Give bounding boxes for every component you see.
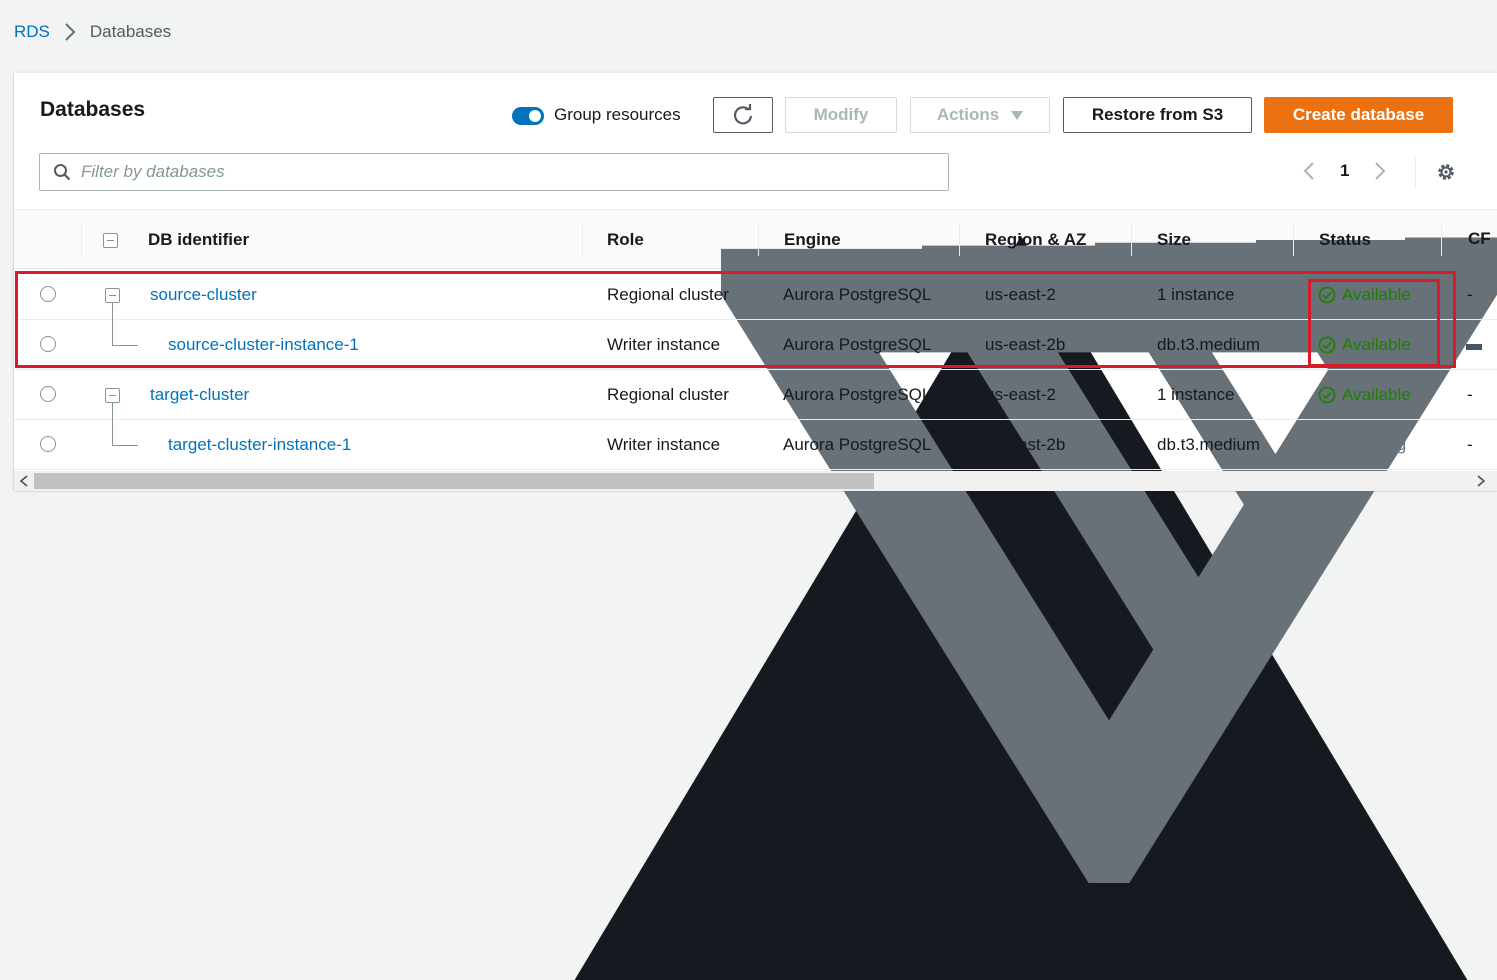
group-resources-label: Group resources: [554, 105, 681, 124]
role-cell: Regional cluster: [607, 285, 729, 304]
column-divider: [758, 224, 759, 256]
scroll-right-icon[interactable]: [1476, 475, 1486, 487]
column-header-region[interactable]: Region & AZ: [985, 210, 1086, 270]
next-page-icon[interactable]: [1373, 161, 1387, 181]
column-header-engine[interactable]: Engine: [784, 210, 841, 270]
cpu-usage-bar: [1466, 344, 1482, 350]
gear-icon[interactable]: [1436, 162, 1456, 182]
role-cell: Writer instance: [607, 335, 721, 354]
current-page[interactable]: 1: [1340, 161, 1349, 181]
db-identifier-link[interactable]: source-cluster-instance-1: [168, 320, 359, 370]
restore-from-s3-button[interactable]: Restore from S3: [1063, 97, 1252, 133]
role-cell: Writer instance: [607, 435, 721, 454]
status-badge: Available: [1318, 370, 1411, 420]
pager-divider: [1415, 157, 1416, 189]
table-header: DB identifier Role Engine Region & AZ Si…: [14, 209, 1497, 980]
scroll-left-icon[interactable]: [19, 475, 29, 487]
region-cell: us-east-2: [985, 285, 1056, 304]
size-cell: 1 instance: [1157, 385, 1235, 404]
refresh-icon: [733, 104, 753, 125]
row-select-radio[interactable]: [40, 286, 56, 302]
modify-button[interactable]: Modify: [785, 97, 897, 133]
status-badge: Creating: [1318, 420, 1406, 470]
column-divider: [582, 224, 583, 256]
engine-cell: Aurora PostgreSQL: [783, 385, 932, 404]
pagination: 1: [1302, 161, 1387, 181]
tree-connector: [112, 445, 138, 446]
tree-connector: [112, 403, 113, 445]
db-identifier-link[interactable]: target-cluster-instance-1: [168, 420, 351, 470]
search-icon: [54, 164, 71, 181]
actions-label: Actions: [936, 105, 1000, 124]
row-select-radio[interactable]: [40, 386, 56, 402]
db-identifier-link[interactable]: source-cluster: [150, 270, 257, 320]
chevron-right-icon: [65, 23, 76, 41]
status-text: Available: [1342, 335, 1411, 354]
table-row[interactable]: target-cluster Regional cluster Aurora P…: [14, 370, 1497, 420]
column-divider: [81, 224, 82, 256]
page-title: Databases: [40, 98, 146, 121]
row-select-radio[interactable]: [40, 436, 56, 452]
group-resources-toggle[interactable]: [512, 107, 544, 125]
caret-down-icon: [1011, 110, 1024, 120]
extra-cell: -: [1467, 435, 1473, 454]
row-select-radio[interactable]: [40, 336, 56, 352]
size-cell: db.t3.medium: [1157, 335, 1260, 354]
region-cell: us-east-2b: [985, 335, 1066, 354]
status-badge: Available: [1318, 320, 1411, 370]
extra-cell: -: [1467, 285, 1473, 304]
engine-cell: Aurora PostgreSQL: [783, 435, 932, 454]
column-header-truncated[interactable]: CF: [1468, 209, 1491, 269]
column-divider: [1131, 224, 1132, 256]
status-text: Available: [1342, 385, 1411, 404]
check-circle-icon: [1318, 286, 1336, 304]
column-header-status[interactable]: Status: [1319, 210, 1371, 270]
table-row[interactable]: target-cluster-instance-1 Writer instanc…: [14, 403, 1497, 470]
actions-dropdown-button[interactable]: Actions: [910, 97, 1050, 133]
engine-cell: Aurora PostgreSQL: [783, 285, 932, 304]
column-divider: [1441, 224, 1442, 256]
databases-panel: Databases Group resources Modify Actions…: [14, 72, 1497, 980]
table-row[interactable]: source-cluster-instance-1 Writer instanc…: [14, 303, 1497, 370]
clock-icon: [1318, 436, 1336, 454]
filter-databases: [39, 153, 949, 191]
tree-connector: [112, 303, 113, 345]
breadcrumb: RDS Databases: [14, 22, 171, 42]
check-circle-icon: [1318, 336, 1336, 354]
collapse-all-icon[interactable]: [103, 233, 118, 248]
refresh-button[interactable]: [713, 97, 773, 133]
column-header-role[interactable]: Role: [607, 210, 644, 270]
role-cell: Regional cluster: [607, 385, 729, 404]
size-cell: 1 instance: [1157, 285, 1235, 304]
column-header-db-identifier[interactable]: DB identifier: [148, 210, 249, 270]
column-header-size[interactable]: Size: [1157, 210, 1191, 270]
horizontal-scrollbar[interactable]: [14, 471, 1497, 491]
status-badge: Available: [1318, 270, 1411, 320]
breadcrumb-current: Databases: [89, 22, 172, 41]
tree-connector: [112, 345, 138, 346]
region-cell: us-east-2b: [985, 435, 1066, 454]
status-text: Available: [1342, 285, 1411, 304]
status-text: Creating: [1342, 435, 1407, 454]
engine-cell: Aurora PostgreSQL: [783, 335, 932, 354]
region-cell: us-east-2: [985, 385, 1056, 404]
collapse-row-icon[interactable]: [105, 288, 120, 303]
filter-databases-input[interactable]: [81, 162, 931, 182]
scrollbar-thumb[interactable]: [34, 473, 874, 489]
breadcrumb-rds-link[interactable]: RDS: [14, 22, 50, 42]
collapse-row-icon[interactable]: [105, 388, 120, 403]
check-circle-icon: [1318, 386, 1336, 404]
db-identifier-link[interactable]: target-cluster: [150, 370, 249, 420]
table-row[interactable]: source-cluster Regional cluster Aurora P…: [14, 270, 1497, 320]
create-database-button[interactable]: Create database: [1264, 97, 1453, 133]
extra-cell: -: [1467, 385, 1473, 404]
size-cell: db.t3.medium: [1157, 435, 1260, 454]
column-divider: [959, 224, 960, 256]
previous-page-icon[interactable]: [1302, 161, 1316, 181]
column-divider: [1293, 224, 1294, 256]
